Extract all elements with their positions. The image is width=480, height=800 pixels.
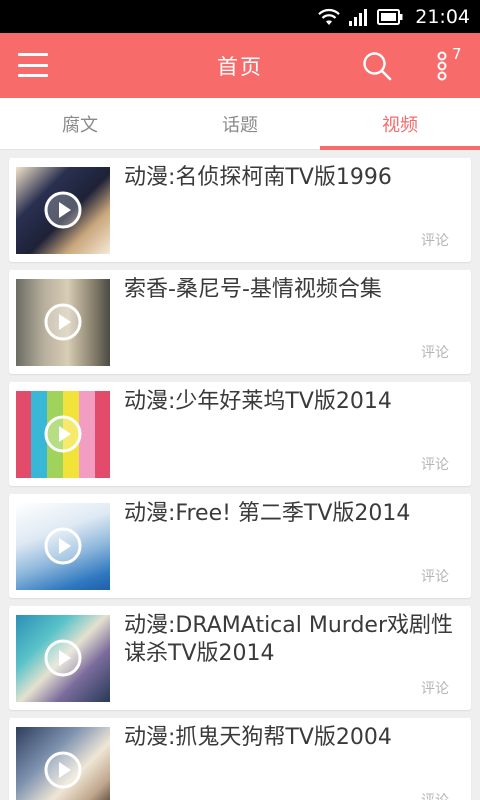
search-icon[interactable] <box>362 51 392 81</box>
tab-fuwen[interactable]: 腐文 <box>0 98 160 149</box>
page-title: 首页 <box>217 54 263 79</box>
play-icon[interactable] <box>43 414 83 454</box>
video-title[interactable]: 动漫:DRAMAtical Murder戏剧性谋杀TV版2014 <box>124 612 463 668</box>
comment-link[interactable]: 评论 <box>421 454 449 474</box>
tab-bar: 腐文 话题 视频 <box>0 98 480 150</box>
comment-link[interactable]: 评论 <box>421 230 449 250</box>
video-title[interactable]: 索香-桑尼号-基情视频合集 <box>124 276 463 304</box>
video-thumbnail[interactable] <box>16 391 110 478</box>
app-header: 首页 7 <box>0 33 480 98</box>
video-thumbnail[interactable] <box>16 279 110 366</box>
play-icon[interactable] <box>43 190 83 230</box>
wifi-icon <box>317 8 341 26</box>
play-icon[interactable] <box>43 526 83 566</box>
video-card[interactable]: 索香-桑尼号-基情视频合集 评论 <box>9 270 471 374</box>
comment-link[interactable]: 评论 <box>421 678 449 698</box>
play-icon[interactable] <box>43 302 83 342</box>
hamburger-menu-icon[interactable] <box>18 53 48 77</box>
video-thumbnail[interactable] <box>16 727 110 800</box>
play-icon[interactable] <box>43 750 83 790</box>
signal-icon <box>349 8 369 26</box>
video-thumbnail[interactable] <box>16 167 110 254</box>
video-list: 动漫:名侦探柯南TV版1996 评论 索香-桑尼号-基情视频合集 评论 动漫:少… <box>0 150 480 800</box>
video-title[interactable]: 动漫:Free! 第二季TV版2014 <box>124 500 463 528</box>
video-card[interactable]: 动漫:Free! 第二季TV版2014 评论 <box>9 494 471 598</box>
video-thumbnail[interactable] <box>16 615 110 702</box>
video-title[interactable]: 动漫:抓鬼天狗帮TV版2004 <box>124 724 463 752</box>
video-title[interactable]: 动漫:少年好莱坞TV版2014 <box>124 388 463 416</box>
comment-link[interactable]: 评论 <box>421 342 449 362</box>
video-thumbnail[interactable] <box>16 503 110 590</box>
notification-count: 7 <box>452 45 462 63</box>
video-card[interactable]: 动漫:抓鬼天狗帮TV版2004 评论 <box>9 718 471 800</box>
tab-videos[interactable]: 视频 <box>320 98 480 150</box>
comment-link[interactable]: 评论 <box>421 790 449 800</box>
video-title[interactable]: 动漫:名侦探柯南TV版1996 <box>124 164 463 192</box>
tab-topics[interactable]: 话题 <box>160 98 320 149</box>
video-card[interactable]: 动漫:DRAMAtical Murder戏剧性谋杀TV版2014 评论 <box>9 606 471 710</box>
status-time: 21:04 <box>415 5 470 28</box>
status-bar: 21:04 <box>0 0 480 33</box>
comment-link[interactable]: 评论 <box>421 566 449 586</box>
battery-icon <box>377 8 403 25</box>
video-card[interactable]: 动漫:少年好莱坞TV版2014 评论 <box>9 382 471 486</box>
video-card[interactable]: 动漫:名侦探柯南TV版1996 评论 <box>9 158 471 262</box>
play-icon[interactable] <box>43 638 83 678</box>
vertical-dots-icon[interactable] <box>432 49 452 83</box>
